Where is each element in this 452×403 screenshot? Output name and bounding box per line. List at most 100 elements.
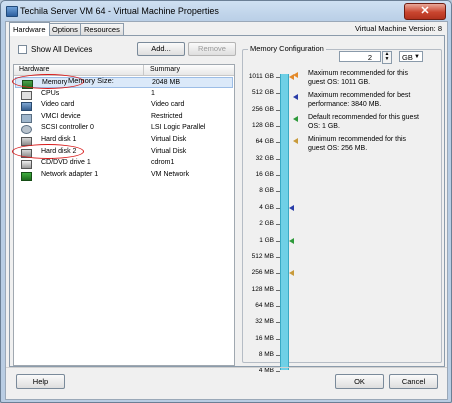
scale-tick-label: 32 MB (255, 318, 274, 326)
memory-slider-track[interactable] (280, 74, 289, 370)
memory-size-spinner[interactable]: ▲ ▼ (382, 51, 392, 64)
hardware-row-summary: cdrom1 (151, 159, 175, 167)
legend-text: Maximum recommended for this guest OS: 1… (308, 70, 408, 86)
scale-tick-label: 2 GB (259, 220, 274, 228)
memory-size-input[interactable]: 2 (339, 51, 381, 62)
vm-version-label: Virtual Machine Version: 8 (355, 24, 442, 33)
scale-tick (276, 109, 280, 111)
scale-tick (276, 371, 280, 373)
scale-tick-label: 16 MB (255, 334, 274, 342)
hardware-row-summary: 2048 MB (152, 79, 181, 86)
network-adapter-icon (21, 171, 32, 181)
tab-hardware[interactable]: Hardware (9, 22, 50, 36)
video-card-icon (21, 102, 32, 112)
legend-marker-icon (293, 138, 298, 144)
scale-tick-label: 4 MB (258, 367, 274, 375)
footer-divider (6, 367, 447, 368)
hardware-row-video-card[interactable]: Video card Video card (15, 100, 233, 112)
scale-tick-label: 128 MB (251, 285, 274, 293)
show-all-devices-label: Show All Devices (31, 45, 93, 54)
tab-resources[interactable]: Resources (80, 23, 124, 35)
scale-tick-label: 1 GB (259, 236, 274, 244)
scale-tick (276, 142, 280, 144)
memory-unit-value: GB (402, 53, 413, 62)
hardware-row-label: Hard disk 1 (41, 136, 77, 143)
hardware-row-summary: Restricted (151, 112, 183, 120)
scale-tick-label: 1011 GB (248, 73, 274, 80)
memory-unit-select[interactable]: GB ▼ (399, 51, 423, 62)
properties-window: Techila Server VM 64 - Virtual Machine P… (0, 0, 452, 403)
scsi-controller-icon (21, 125, 32, 135)
hardware-row-scsi-controller-0[interactable]: SCSI controller 0 LSI Logic Parallel (15, 123, 233, 135)
scale-tick (276, 224, 280, 226)
scale-tick (276, 126, 280, 128)
highlight-circle (12, 143, 84, 159)
scale-tick-label: 512 GB (251, 89, 274, 97)
scale-tick (276, 207, 280, 209)
chevron-down-icon: ▼ (414, 54, 420, 60)
ok-button[interactable]: OK (335, 374, 384, 389)
hardware-row-cpus[interactable]: CPUs 1 (15, 89, 233, 100)
hardware-row-summary: Virtual Disk (151, 147, 187, 155)
scale-tick-label: 128 GB (251, 122, 274, 130)
cancel-button[interactable]: Cancel (389, 374, 438, 389)
hardware-list[interactable]: Hardware Summary Memory 2048 MB CPUs 1 Video… (12, 64, 235, 366)
hardware-row-network-adapter-1[interactable]: Network adapter 1 VM Network (15, 170, 233, 181)
scale-tick-label: 16 GB (255, 171, 274, 179)
scale-tick-label: 8 MB (258, 350, 274, 358)
show-all-devices-checkbox[interactable]: Show All Devices (18, 45, 92, 54)
scale-tick (276, 240, 280, 242)
scale-tick (276, 77, 280, 78)
scale-tick (276, 305, 280, 307)
scale-tick-label: 32 GB (255, 154, 274, 162)
column-separator (143, 65, 144, 75)
hardware-row-cd-dvd-drive-1[interactable]: CD/DVD drive 1 cdrom1 (15, 158, 233, 170)
checkbox-box[interactable] (18, 45, 27, 54)
scale-tick (276, 289, 280, 291)
scale-tick (276, 322, 280, 324)
recommendation-marker (289, 237, 294, 244)
recommendation-marker (289, 270, 294, 277)
hardware-row-summary: Video card (151, 101, 185, 109)
column-header-summary[interactable]: Summary (150, 66, 180, 73)
column-header-hardware[interactable]: Hardware (19, 66, 49, 73)
legend-text: Maximum recommended for best performance… (308, 92, 411, 108)
hardware-row-label: SCSI controller 0 (41, 124, 94, 132)
scale-tick-label: 256 GB (251, 105, 274, 113)
hardware-row-label: Network adapter 1 (41, 170, 99, 178)
title-bar[interactable]: Techila Server VM 64 - Virtual Machine P… (1, 1, 451, 21)
scale-tick (276, 158, 280, 160)
vmci-device-icon (21, 113, 32, 123)
hardware-row-summary: Virtual Disk (151, 136, 187, 143)
vm-app-icon (6, 6, 18, 17)
scale-tick-label: 256 MB (251, 269, 274, 277)
hardware-row-label: CPUs (41, 89, 60, 97)
memory-configuration-title: Memory Configuration (248, 44, 326, 53)
scale-tick (276, 256, 280, 258)
tab-options[interactable]: Options (48, 23, 82, 35)
scale-tick (276, 191, 280, 193)
help-button[interactable]: Help (16, 374, 65, 389)
scale-tick-label: 4 GB (259, 203, 274, 211)
add-button[interactable]: Add... (137, 42, 185, 56)
scale-tick-label: 64 MB (255, 301, 274, 309)
hardware-row-vmci-device[interactable]: VMCI device Restricted (15, 112, 233, 123)
scale-tick (276, 338, 280, 340)
spin-down-icon[interactable]: ▼ (383, 57, 391, 62)
legend-marker-icon (293, 116, 298, 122)
scale-tick-label: 512 MB (251, 252, 274, 260)
cd-dvd-icon (21, 160, 32, 170)
scale-tick (276, 93, 280, 95)
scale-tick-label: 8 GB (259, 187, 274, 195)
window-title: Techila Server VM 64 - Virtual Machine P… (20, 6, 219, 16)
hardware-row-summary: VM Network (151, 170, 190, 178)
scale-tick-label: 64 GB (255, 138, 274, 146)
hardware-row-label: Video card (41, 101, 75, 109)
hardware-row-label: CD/DVD drive 1 (41, 159, 91, 167)
scale-tick (276, 175, 280, 177)
remove-button[interactable]: Remove (188, 42, 236, 56)
recommendation-marker (289, 204, 294, 211)
memory-size-label: Memory Size: (68, 76, 114, 85)
scale-tick (276, 354, 280, 356)
close-button[interactable]: ✕ (404, 3, 446, 20)
